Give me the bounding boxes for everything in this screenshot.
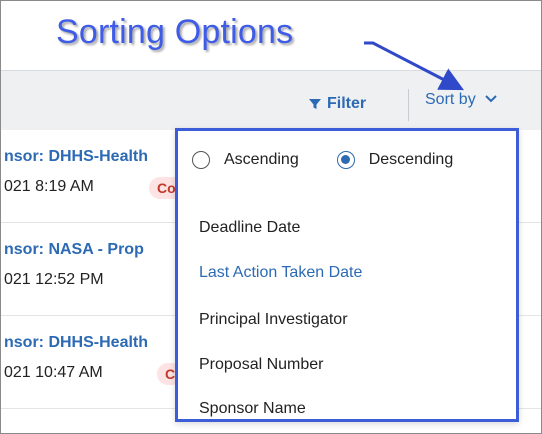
sort-field-sponsor-name[interactable]: Sponsor Name: [199, 400, 306, 418]
sort-by-label: Sort by: [425, 91, 476, 108]
sort-order-group: Ascending Descending: [192, 151, 491, 169]
descending-label: Descending: [368, 151, 454, 168]
radio-circle-icon[interactable]: [192, 151, 210, 169]
date-text: 021 10:47 AM: [4, 364, 103, 381]
toolbar-divider: [408, 89, 409, 121]
ascending-label: Ascending: [224, 151, 299, 168]
sponsor-text[interactable]: nsor: DHHS-Health: [4, 334, 148, 352]
date-text: 021 12:52 PM: [4, 271, 104, 288]
sponsor-text[interactable]: nsor: DHHS-Health: [4, 148, 148, 166]
sort-field-principal-investigator[interactable]: Principal Investigator: [199, 311, 348, 329]
sort-field-last-action-taken-date[interactable]: Last Action Taken Date: [199, 264, 362, 282]
sort-by-button[interactable]: Sort by: [425, 91, 498, 109]
ascending-radio[interactable]: Ascending: [192, 151, 299, 169]
annotation-title: Sorting Options: [56, 13, 294, 51]
sort-field-deadline-date[interactable]: Deadline Date: [199, 219, 300, 237]
filter-label: Filter: [327, 95, 367, 112]
filter-button[interactable]: Filter: [309, 95, 366, 113]
descending-radio[interactable]: Descending: [336, 151, 454, 169]
sort-field-proposal-number[interactable]: Proposal Number: [199, 356, 324, 374]
toolbar: Filter Sort by: [1, 70, 541, 131]
radio-selected-icon[interactable]: [336, 151, 355, 169]
chevron-down-icon: [484, 91, 498, 109]
filter-icon: [309, 98, 321, 110]
date-text: 021 8:19 AM: [4, 178, 94, 195]
sort-options-panel: Ascending Descending Deadline Date Last …: [175, 128, 519, 422]
app-frame: Filter Sort by nsor: DHHS-Health 021 8:1…: [0, 0, 542, 434]
sponsor-text[interactable]: nsor: NASA - Prop: [4, 241, 144, 259]
